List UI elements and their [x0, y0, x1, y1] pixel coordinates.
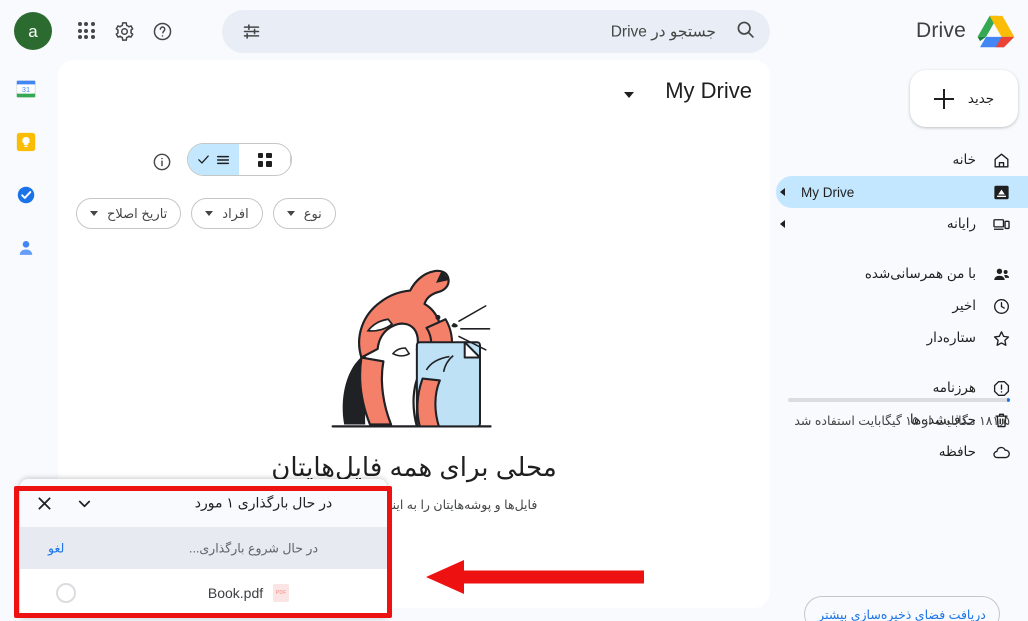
upload-toast-actions — [30, 489, 98, 517]
search-placeholder: جستجو در Drive — [610, 23, 716, 40]
filter-chip-row: نوع افراد تاریخ اصلاح — [58, 198, 770, 238]
sidebar: جدید خانه — [776, 62, 1028, 621]
sidebar-item-computers[interactable]: رایانه — [776, 208, 1028, 240]
chevron-down-icon — [286, 211, 295, 216]
chevron-down-icon[interactable] — [70, 489, 98, 517]
help-circle-icon[interactable] — [143, 12, 181, 50]
cat-with-document-illustration — [331, 269, 492, 428]
list-view-icon — [216, 155, 230, 164]
svg-text:31: 31 — [22, 85, 30, 94]
new-button[interactable]: جدید — [910, 70, 1018, 127]
brand-text: Drive — [915, 19, 966, 42]
my-drive-icon — [990, 181, 1012, 203]
sidebar-item-home-label: خانه — [952, 152, 976, 167]
filter-chip-people-label: افراد — [222, 205, 249, 221]
sidebar-item-starred-label: ستاره‌دار — [926, 330, 976, 345]
storage-progress-fill — [1007, 398, 1010, 402]
pdf-file-icon: PDF — [273, 584, 290, 602]
sidebar-item-shared-with-me-label: با من همرسانی‌شده — [864, 266, 976, 281]
check-icon — [198, 155, 209, 164]
upload-status-row: در حال شروع بارگذاری... لغو — [20, 527, 387, 569]
sidebar-item-starred[interactable]: ستاره‌دار — [776, 322, 1028, 354]
upload-file-row[interactable]: PDF Book.pdf — [20, 569, 387, 617]
new-button-label: جدید — [967, 90, 995, 106]
tune-filter-icon[interactable] — [236, 17, 266, 47]
avatar[interactable]: a — [14, 12, 52, 50]
chevron-down-icon — [205, 211, 214, 216]
sidebar-item-storage[interactable]: حافظه — [776, 436, 1028, 468]
expand-arrow-icon[interactable] — [780, 220, 785, 228]
progress-spinner-icon — [56, 583, 76, 603]
cloud-icon — [990, 441, 1012, 463]
list-view-button[interactable] — [188, 144, 239, 175]
avatar-letter: a — [28, 21, 38, 41]
sidebar-item-my-drive-label: My Drive — [801, 184, 855, 200]
computer-icon — [990, 213, 1012, 235]
sidebar-divider-gap — [776, 240, 1028, 258]
page-title[interactable]: My Drive — [665, 78, 752, 104]
sidebar-item-storage-label: حافظه — [938, 444, 976, 459]
storage-progress-bar — [788, 398, 1010, 402]
apps-grid-icon[interactable] — [67, 12, 105, 50]
sidebar-divider-gap — [776, 354, 1028, 372]
main-header: My Drive — [58, 60, 770, 122]
calendar-icon[interactable]: 31 — [15, 78, 37, 105]
sidebar-item-my-drive[interactable]: My Drive — [776, 176, 1028, 208]
top-bar: a جستجو در Drive Drive — [0, 0, 1028, 62]
contacts-icon[interactable] — [15, 237, 37, 264]
annotation-arrow-icon — [426, 560, 644, 594]
close-icon[interactable] — [30, 489, 58, 517]
filter-chip-modified-label: تاریخ اصلاح — [107, 205, 168, 221]
people-icon — [990, 263, 1012, 285]
clock-icon — [990, 295, 1012, 317]
tasks-icon[interactable] — [15, 184, 37, 211]
page-title-dropdown-icon[interactable] — [624, 92, 634, 98]
drive-app-window: a جستجو در Drive Drive 31 My Drive نوع ا… — [0, 0, 1028, 621]
sidebar-item-computers-label: رایانه — [946, 216, 976, 231]
get-more-storage-label: دریافت فضای ذخیره‌سازی بیشتر — [818, 607, 986, 621]
upload-status-text: در حال شروع بارگذاری... — [188, 541, 319, 556]
gear-icon[interactable] — [105, 12, 143, 50]
upload-file-name: Book.pdf — [207, 585, 264, 601]
filter-chip-type-label: نوع — [303, 205, 322, 221]
empty-state: محلی برای همه فایل‌هایتان فایل‌ها و پوشه… — [58, 256, 770, 512]
search-input[interactable]: جستجو در Drive — [222, 10, 770, 53]
upload-toast-title: در حال بارگذاری ۱ مورد — [194, 494, 333, 511]
home-icon — [990, 149, 1012, 171]
star-icon — [990, 327, 1012, 349]
grid-view-icon — [257, 152, 272, 167]
apps-grid-glyph — [77, 22, 95, 40]
search-icon — [735, 19, 756, 45]
expand-arrow-icon[interactable] — [780, 188, 785, 196]
sidebar-item-shared-with-me[interactable]: با من همرسانی‌شده — [776, 258, 1028, 290]
storage-section: ۱۸۱٫۵ مگابایت از ۱۵ گیگابایت استفاده شد … — [776, 392, 1028, 621]
google-drive-logo — [977, 15, 1015, 48]
view-toggle[interactable] — [187, 143, 292, 176]
info-circle-icon[interactable] — [146, 146, 178, 178]
grid-view-button[interactable] — [239, 144, 291, 175]
storage-usage-text: ۱۸۱٫۵ مگابایت از ۱۵ گیگابایت استفاده شد — [794, 414, 1010, 428]
plus-icon — [933, 88, 954, 109]
drive-brand: Drive — [916, 10, 1016, 52]
sidebar-item-recent-label: اخیر — [952, 298, 976, 313]
upload-file-info: PDF Book.pdf — [110, 584, 387, 602]
filter-chip-people[interactable]: افراد — [191, 198, 263, 229]
upload-toast: در حال بارگذاری ۱ مورد در حال شروع بارگذ… — [20, 479, 387, 617]
chevron-down-icon — [90, 211, 98, 216]
sidebar-item-home[interactable]: خانه — [776, 144, 1028, 176]
filter-chip-type[interactable]: نوع — [272, 198, 336, 229]
filter-chip-modified[interactable]: تاریخ اصلاح — [76, 198, 182, 229]
sidebar-item-recent[interactable]: اخیر — [776, 290, 1028, 322]
upload-toast-header: در حال بارگذاری ۱ مورد — [20, 479, 387, 527]
upload-cancel-button[interactable]: لغو — [48, 541, 64, 556]
get-more-storage-button[interactable]: دریافت فضای ذخیره‌سازی بیشتر — [804, 596, 1000, 621]
keep-icon[interactable] — [15, 131, 37, 158]
